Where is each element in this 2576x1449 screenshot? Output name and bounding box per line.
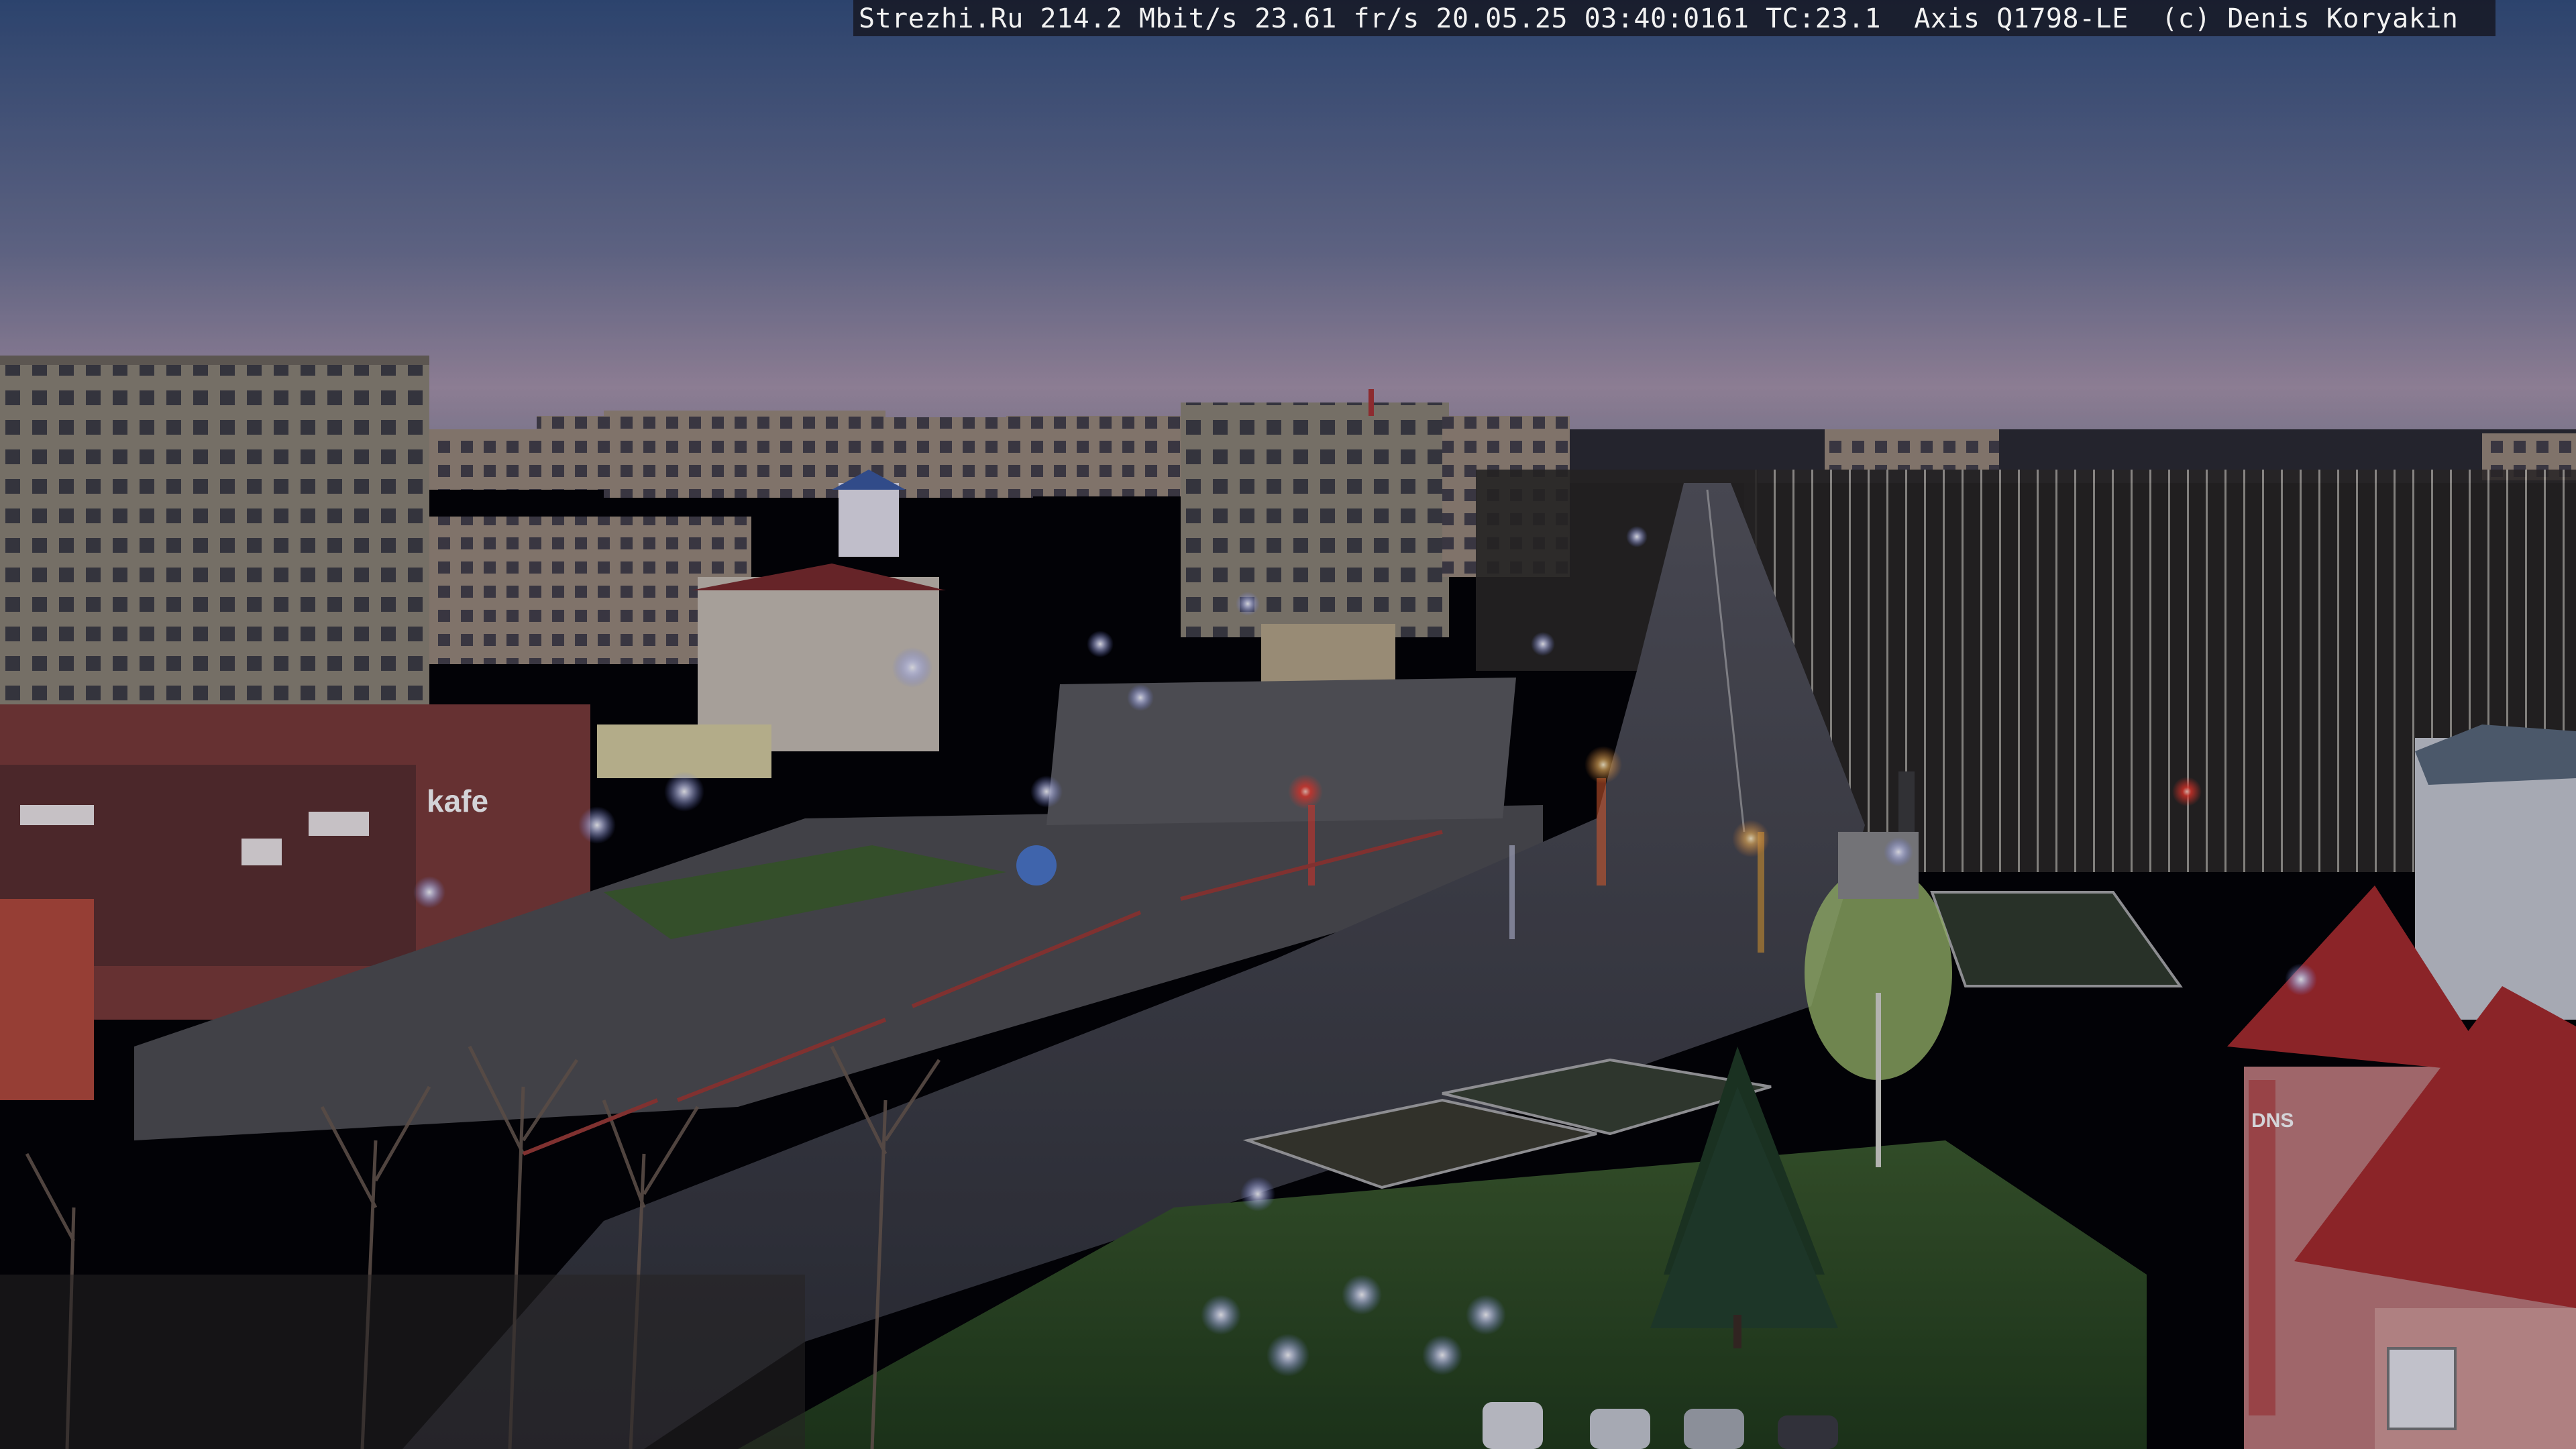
webcam-scene: kafe DNS [0, 0, 2576, 1449]
camera-caption: Strezhi.Ru 214.2 Mbit/s 23.61 fr/s 20.05… [859, 3, 2459, 34]
